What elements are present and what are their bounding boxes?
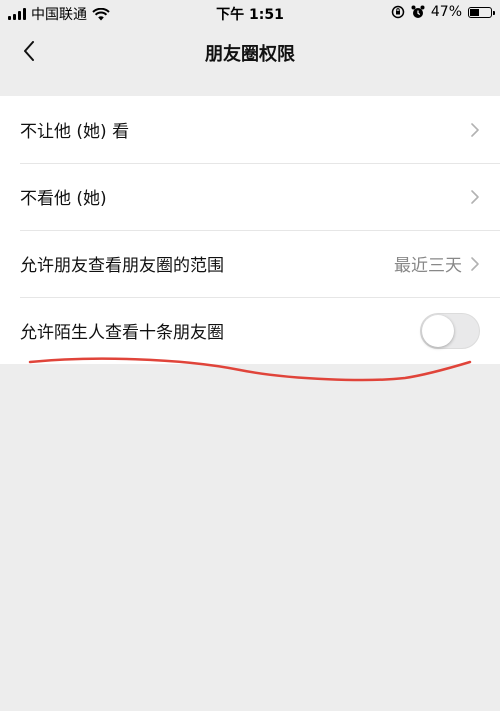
alarm-icon — [411, 5, 425, 18]
setting-label: 允许朋友查看朋友圈的范围 — [20, 256, 224, 276]
status-right: 47% — [391, 4, 495, 20]
row-right: 最近三天 — [394, 251, 480, 276]
setting-value: 最近三天 — [394, 256, 462, 276]
orientation-lock-icon — [391, 5, 405, 19]
page-title: 朋友圈权限 — [205, 44, 295, 65]
status-bar: 中国联通 下午 1:51 47% — [0, 0, 500, 26]
setting-label: 不看他 (她) — [20, 189, 107, 209]
battery-percent: 47% — [430, 4, 462, 20]
battery-icon — [468, 6, 495, 18]
setting-hide-my-moments[interactable]: 不让他 (她) 看 — [0, 96, 500, 163]
battery-fill — [470, 8, 479, 16]
row-right — [470, 189, 480, 205]
chevron-right-icon — [471, 189, 479, 204]
setting-label: 不让他 (她) 看 — [20, 122, 130, 142]
setting-visible-range[interactable]: 允许朋友查看朋友圈的范围 最近三天 — [0, 230, 500, 297]
red-underline-annotation — [28, 357, 472, 382]
chevron-right-icon — [471, 256, 479, 271]
settings-list: 不让他 (她) 看 不看他 (她) 允许朋友查看朋友圈的范围 最近三天 允许陌生… — [0, 96, 500, 364]
setting-hide-their-moments[interactable]: 不看他 (她) — [0, 163, 500, 230]
row-right — [470, 122, 480, 138]
chevron-right-icon — [471, 122, 479, 137]
navigation-bar: 朋友圈权限 — [0, 26, 500, 76]
